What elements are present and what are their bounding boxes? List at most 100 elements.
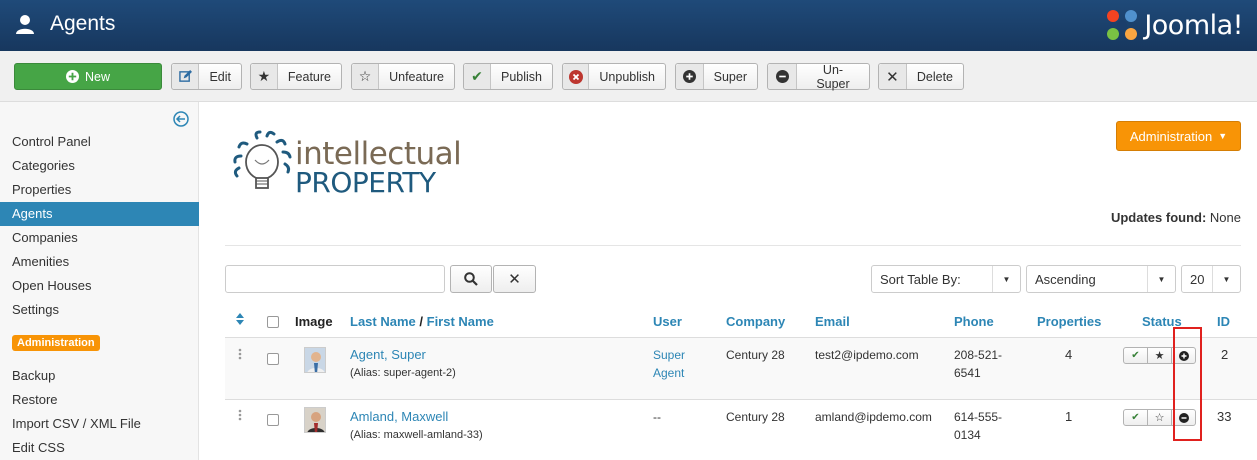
agent-alias: (Alias: maxwell-amland-33) (350, 429, 483, 441)
drag-handle-icon[interactable] (238, 348, 242, 360)
sidebar-item-restore[interactable]: Restore (0, 388, 199, 412)
agent-phone: 208-521- (954, 348, 1003, 362)
sidebar-item-settings[interactable]: Settings (0, 298, 199, 322)
delete-button[interactable]: ✕ Delete (878, 63, 964, 90)
column-email[interactable]: Email (815, 314, 850, 329)
agent-user: -- (653, 410, 661, 424)
order-value: Ascending (1035, 271, 1096, 287)
column-company[interactable]: Company (726, 314, 785, 329)
super-button-label: Super (713, 69, 747, 84)
agent-phone-line2: 6541 (954, 366, 981, 380)
column-image: Image (295, 314, 333, 329)
collapse-sidebar-icon[interactable] (173, 111, 189, 127)
sidebar-item-import[interactable]: Import CSV / XML File (0, 412, 199, 436)
agent-name-link[interactable]: Agent, Super (350, 347, 426, 362)
search-button[interactable] (450, 265, 492, 293)
agent-company: Century 28 (726, 348, 785, 362)
star-outline-icon: ☆ (358, 68, 372, 84)
updates-status: Updates found: None (1111, 210, 1241, 225)
search-input[interactable] (225, 265, 445, 293)
column-properties[interactable]: Properties (1037, 314, 1101, 329)
unfeature-button-label: Unfeature (389, 69, 444, 84)
drag-handle-icon[interactable] (238, 409, 242, 421)
unpublish-button-label: Unpublish (599, 69, 655, 84)
ordering-sort-icon[interactable] (235, 312, 245, 329)
publish-button[interactable]: ✔ Publish (463, 63, 553, 90)
joomla-wordmark: Joomla! (1144, 9, 1243, 41)
logo-text-property: PROPERTY (295, 166, 436, 199)
agent-name-link[interactable]: Amland, Maxwell (350, 409, 448, 424)
row-checkbox[interactable] (267, 414, 279, 426)
featured-toggle[interactable]: ★ (1147, 347, 1172, 364)
agent-properties-count: 1 (1065, 409, 1073, 424)
user-icon (16, 15, 34, 34)
feature-button[interactable]: ★ Feature (250, 63, 342, 90)
column-last-name[interactable]: Last Name (350, 314, 416, 329)
divider (225, 245, 1241, 246)
highlight-annotation-box (1173, 327, 1202, 441)
close-icon: ✕ (886, 68, 899, 86)
x-circle-icon (568, 69, 583, 84)
feature-button-label: Feature (287, 69, 331, 84)
sidebar-item-categories[interactable]: Categories (0, 154, 199, 178)
agent-properties-count: 4 (1065, 347, 1073, 362)
unpublish-button[interactable]: Unpublish (562, 63, 666, 90)
column-name[interactable]: Last Name / First Name (350, 314, 494, 329)
close-icon: ✕ (508, 271, 521, 288)
sidebar-item-edit-css[interactable]: Edit CSS (0, 436, 199, 460)
main-content: intellectual PROPERTY Administration ▼ U… (199, 102, 1257, 460)
search-icon (464, 272, 478, 286)
plus-circle-icon (65, 70, 79, 83)
sort-table-select[interactable]: Sort Table By: ▼ (871, 265, 1021, 293)
unfeature-button[interactable]: ☆ Unfeature (351, 63, 455, 90)
sidebar-item-open-houses[interactable]: Open Houses (0, 274, 199, 298)
chevron-down-icon: ▼ (1212, 266, 1240, 292)
edit-button[interactable]: Edit (171, 63, 242, 90)
list-limit-select[interactable]: 20 ▼ (1181, 265, 1241, 293)
toolbar: New Edit ★ Feature ☆ Unfeature ✔ Publish… (0, 51, 1257, 102)
clear-search-button[interactable]: ✕ (493, 265, 536, 293)
updates-label: Updates found: (1110, 210, 1207, 225)
check-icon: ✔ (1131, 412, 1140, 423)
order-select[interactable]: Ascending ▼ (1026, 265, 1176, 293)
sidebar-item-control-panel[interactable]: Control Panel (0, 130, 199, 154)
sidebar-item-amenities[interactable]: Amenities (0, 250, 199, 274)
super-button[interactable]: Super (675, 63, 758, 90)
joomla-logo[interactable]: Joomla! (1104, 5, 1243, 45)
unsuper-button-label: Un-Super (816, 62, 850, 91)
agent-email: test2@ipdemo.com (815, 348, 919, 362)
administration-badge: Administration (12, 335, 100, 351)
sidebar-item-agents[interactable]: Agents (0, 202, 199, 226)
list-limit-value: 20 (1190, 271, 1205, 287)
check-icon: ✔ (1131, 350, 1140, 361)
column-phone[interactable]: Phone (954, 314, 994, 329)
agent-user-link[interactable]: Super (653, 348, 685, 362)
select-all-checkbox[interactable] (267, 316, 279, 328)
featured-toggle[interactable]: ☆ (1147, 409, 1172, 426)
published-toggle[interactable]: ✔ (1123, 409, 1148, 426)
unsuper-button[interactable]: Un-Super (767, 62, 870, 91)
agent-avatar (304, 347, 326, 373)
app-header: Agents Joomla! (0, 0, 1257, 51)
minus-circle-icon (775, 70, 789, 83)
agent-user-link-line2[interactable]: Agent (653, 366, 684, 380)
sidebar-item-backup[interactable]: Backup (0, 364, 199, 388)
published-toggle[interactable]: ✔ (1123, 347, 1148, 364)
star-outline-icon: ☆ (1154, 412, 1165, 424)
row-checkbox[interactable] (267, 353, 279, 365)
sidebar: Control Panel Categories Properties Agen… (0, 102, 199, 460)
column-first-name[interactable]: First Name (427, 314, 494, 329)
sidebar-item-companies[interactable]: Companies (0, 226, 199, 250)
star-icon: ★ (1154, 350, 1165, 362)
administration-button-label: Administration (1129, 128, 1213, 144)
agent-id: 2 (1221, 347, 1229, 362)
column-user[interactable]: User (653, 314, 682, 329)
new-button[interactable]: New (14, 63, 162, 90)
administration-dropdown-button[interactable]: Administration ▼ (1116, 121, 1241, 151)
sidebar-item-properties[interactable]: Properties (0, 178, 199, 202)
sort-table-value: Sort Table By: (880, 271, 961, 287)
caret-down-icon: ▼ (1218, 131, 1228, 141)
chevron-down-icon: ▼ (992, 266, 1020, 292)
column-name-separator: / (419, 314, 423, 329)
column-id[interactable]: ID (1217, 314, 1230, 329)
